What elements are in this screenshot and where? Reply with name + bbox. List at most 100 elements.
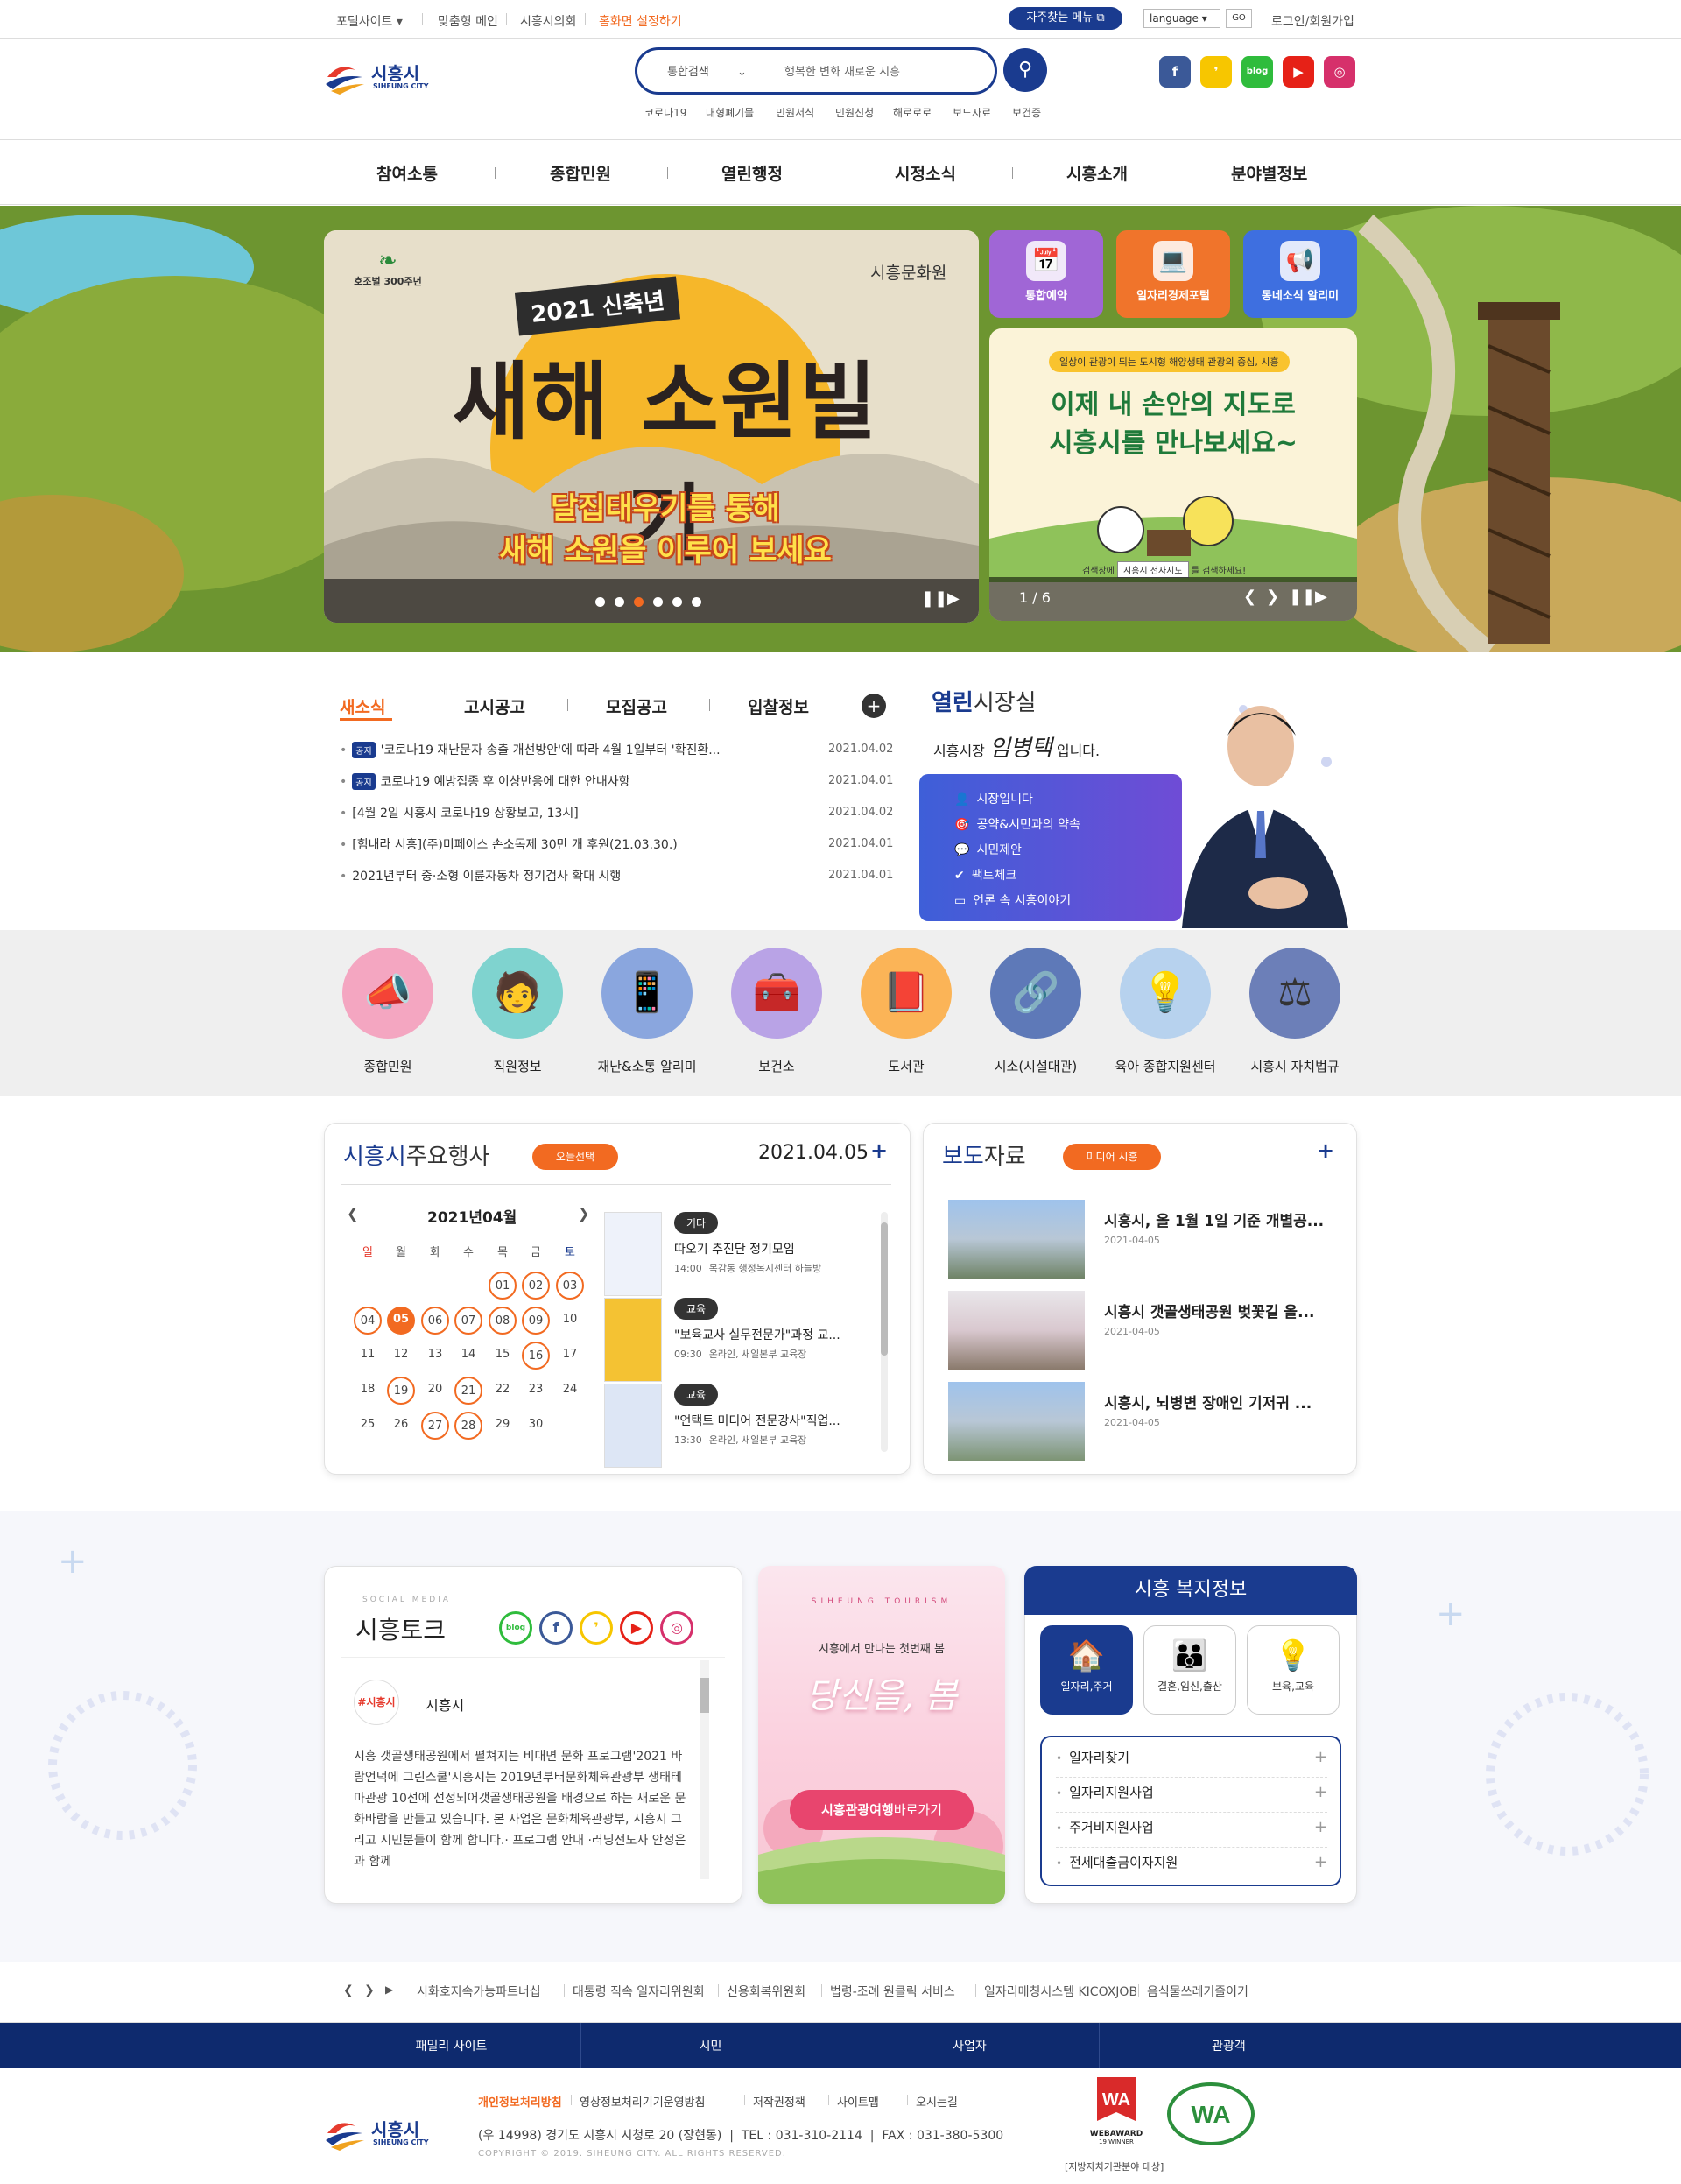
play-icon[interactable]: ▶ [385, 1983, 393, 1996]
news-item[interactable]: • 2021년부터 중·소형 이륜자동차 정기검사 확대 시행 [340, 867, 848, 886]
calendar-day[interactable]: 03 [556, 1272, 584, 1300]
custom-main-link[interactable]: 맞춤형 메인 [438, 12, 498, 30]
calendar-day[interactable]: 30 [522, 1412, 550, 1440]
quick-icon-button[interactable]: 🧑 [472, 948, 563, 1039]
portal-dropdown[interactable]: 포털사이트 ▾ [336, 12, 403, 30]
quick-button[interactable]: 📢 동네소식 알리미 [1243, 230, 1357, 318]
event-title[interactable]: 따오기 추진단 정기모임 [674, 1240, 872, 1258]
welfare-item[interactable]: • 전세대출금이자지원 + [1056, 1853, 1327, 1883]
keyword-link[interactable]: 대형폐기물 [706, 105, 754, 120]
calendar-day[interactable]: 21 [454, 1377, 482, 1405]
youtube-icon[interactable]: ▶ [1283, 56, 1314, 88]
search-scope-select[interactable]: 통합검색 ⌄ [667, 62, 747, 79]
calendar-day[interactable]: 29 [489, 1412, 517, 1440]
calendar-day[interactable]: 25 [354, 1412, 382, 1440]
family-site-select[interactable]: 관광객 [1100, 2037, 1358, 2054]
pause-icon[interactable]: ❚❚ [1289, 588, 1315, 606]
welfare-category[interactable]: 🏠 일자리,주거 [1040, 1625, 1133, 1715]
mayor-link[interactable]: ▭ 언론 속 시흥이야기 [954, 891, 1071, 909]
slide-dot[interactable] [692, 597, 701, 607]
next-icon[interactable]: ❯ [364, 1983, 375, 1997]
media-siheung-button[interactable]: 미디어 시흥 [1063, 1144, 1161, 1170]
mayor-link[interactable]: 💬 시민제안 [954, 841, 1022, 858]
news-item[interactable]: • 공지 '코로나19 재난문자 송출 개선방안'에 따라 4월 1일부터 '확진환… [340, 741, 848, 760]
blog-icon[interactable]: blog [499, 1611, 532, 1645]
quick-button[interactable]: 💻 일자리경제포털 [1116, 230, 1230, 318]
quick-icon-label[interactable]: 직원정보 [452, 1057, 583, 1075]
slide-dot-active[interactable] [634, 597, 644, 607]
play-icon[interactable]: ▶ [947, 589, 960, 608]
keyword-link[interactable]: 해로로로 [893, 105, 932, 120]
slide-dot[interactable] [672, 597, 682, 607]
gnb-item[interactable]: 시정소식 [895, 161, 956, 185]
search-input[interactable]: 행복한 변화 새로운 시흥 [784, 62, 900, 79]
related-link[interactable]: 법령-조례 원클릭 서비스 [830, 1983, 955, 2000]
news-tab[interactable]: 새소식 [340, 694, 385, 718]
tourism-banner[interactable]: SIHEUNG TOURISM 시흥에서 만나는 첫번째 봄 당신을, 봄 시흥… [758, 1566, 1005, 1904]
quick-icon-label[interactable]: 시흥시 자치법규 [1229, 1057, 1361, 1075]
prev-icon[interactable]: ❮ [1243, 588, 1256, 606]
calendar-day[interactable]: 09 [522, 1307, 550, 1335]
quick-icon-button[interactable]: ⚖ [1249, 948, 1340, 1039]
quick-icon-label[interactable]: 보건소 [711, 1057, 842, 1075]
facebook-icon[interactable]: f [1159, 56, 1191, 88]
quick-icon-button[interactable]: 💡 [1120, 948, 1211, 1039]
mayor-link[interactable]: 🎯 공약&시민과의 약속 [954, 815, 1080, 833]
news-tab[interactable]: 입찰정보 [748, 694, 809, 718]
calendar-day[interactable]: 01 [489, 1272, 517, 1300]
mayor-link[interactable]: 👤 시장입니다 [954, 790, 1033, 807]
event-title[interactable]: "언택트 미디어 전문강사"직업... [674, 1412, 872, 1429]
council-link[interactable]: 시흥시의회 [520, 12, 576, 30]
keyword-link[interactable]: 보건증 [1012, 105, 1041, 120]
gnb-item[interactable]: 시흥소개 [1066, 161, 1128, 185]
instagram-icon[interactable]: ◎ [1324, 56, 1355, 88]
news-item[interactable]: • [4월 2일 시흥시 코로나19 상황보고, 13시] [340, 804, 848, 823]
gnb-item[interactable]: 분야별정보 [1231, 161, 1307, 185]
pause-icon[interactable]: ❚❚ [921, 589, 947, 608]
calendar-day[interactable]: 26 [387, 1412, 415, 1440]
calendar-day[interactable]: 06 [421, 1307, 449, 1335]
family-site-select[interactable]: 패밀리 사이트 [322, 2037, 580, 2054]
calendar-day[interactable]: 11 [354, 1342, 382, 1370]
quick-icon-button[interactable]: 📱 [601, 948, 693, 1039]
calendar-day[interactable]: 10 [556, 1307, 584, 1335]
calendar-day[interactable]: 08 [489, 1307, 517, 1335]
calendar-day[interactable]: 28 [454, 1412, 482, 1440]
map-banner[interactable]: 일상이 관광이 되는 도시형 해양생태 관광의 중심, 시흥 이제 내 손안의 … [989, 328, 1357, 621]
login-link[interactable]: 로그인/회원가입 [1271, 12, 1354, 30]
prev-icon[interactable]: ❮ [343, 1983, 354, 1997]
welfare-category[interactable]: 💡 보육,교육 [1247, 1625, 1340, 1715]
blog-icon[interactable]: blog [1241, 56, 1273, 88]
keyword-link[interactable]: 민원신청 [835, 105, 874, 120]
quick-icon-label[interactable]: 재난&소통 알리미 [581, 1057, 713, 1075]
calendar-day[interactable]: 02 [522, 1272, 550, 1300]
calendar-day[interactable]: 14 [454, 1342, 482, 1370]
set-home-link[interactable]: 홈화면 설정하기 [599, 12, 682, 30]
kakao-icon[interactable]: ❜ [580, 1611, 613, 1645]
next-icon[interactable]: ❯ [1266, 588, 1279, 606]
quick-icon-label[interactable]: 종합민원 [322, 1057, 454, 1075]
gnb-item[interactable]: 열린행정 [721, 161, 783, 185]
calendar-day[interactable]: 18 [354, 1377, 382, 1405]
quick-icon-button[interactable]: 🧰 [731, 948, 822, 1039]
calendar-day[interactable]: 27 [421, 1412, 449, 1440]
press-item[interactable]: 시흥시, 뇌병변 장애인 기저귀 ... 2021-04-05 [948, 1382, 1342, 1461]
calendar-day[interactable]: 17 [556, 1342, 584, 1370]
news-item[interactable]: • [힘내라 시흥](주)미페이스 손소독제 30만 개 후원(21.03.30.… [340, 835, 848, 855]
calendar-day[interactable]: 12 [387, 1342, 415, 1370]
language-select[interactable]: language ▾ [1143, 9, 1220, 28]
press-item[interactable]: 시흥시, 올 1월 1일 기준 개별공... 2021-04-05 [948, 1200, 1342, 1279]
calendar-day[interactable]: 20 [421, 1377, 449, 1405]
calendar-day[interactable]: 15 [489, 1342, 517, 1370]
policy-link[interactable]: 사이트맵 [837, 2093, 879, 2110]
slide-dot[interactable] [653, 597, 663, 607]
calendar-day[interactable]: 16 [522, 1342, 550, 1370]
language-go-button[interactable]: GO [1226, 9, 1252, 28]
quick-icon-button[interactable]: 📕 [861, 948, 952, 1039]
faq-menu-button[interactable]: 자주찾는 메뉴 ⧉ [1009, 7, 1122, 30]
news-tab[interactable]: 고시공고 [464, 694, 525, 718]
related-link[interactable]: 시화호지속가능파트너십 [417, 1983, 541, 2000]
keyword-link[interactable]: 민원서식 [776, 105, 814, 120]
quick-icon-label[interactable]: 도서관 [840, 1057, 972, 1075]
policy-link[interactable]: 저작권정책 [753, 2093, 805, 2110]
